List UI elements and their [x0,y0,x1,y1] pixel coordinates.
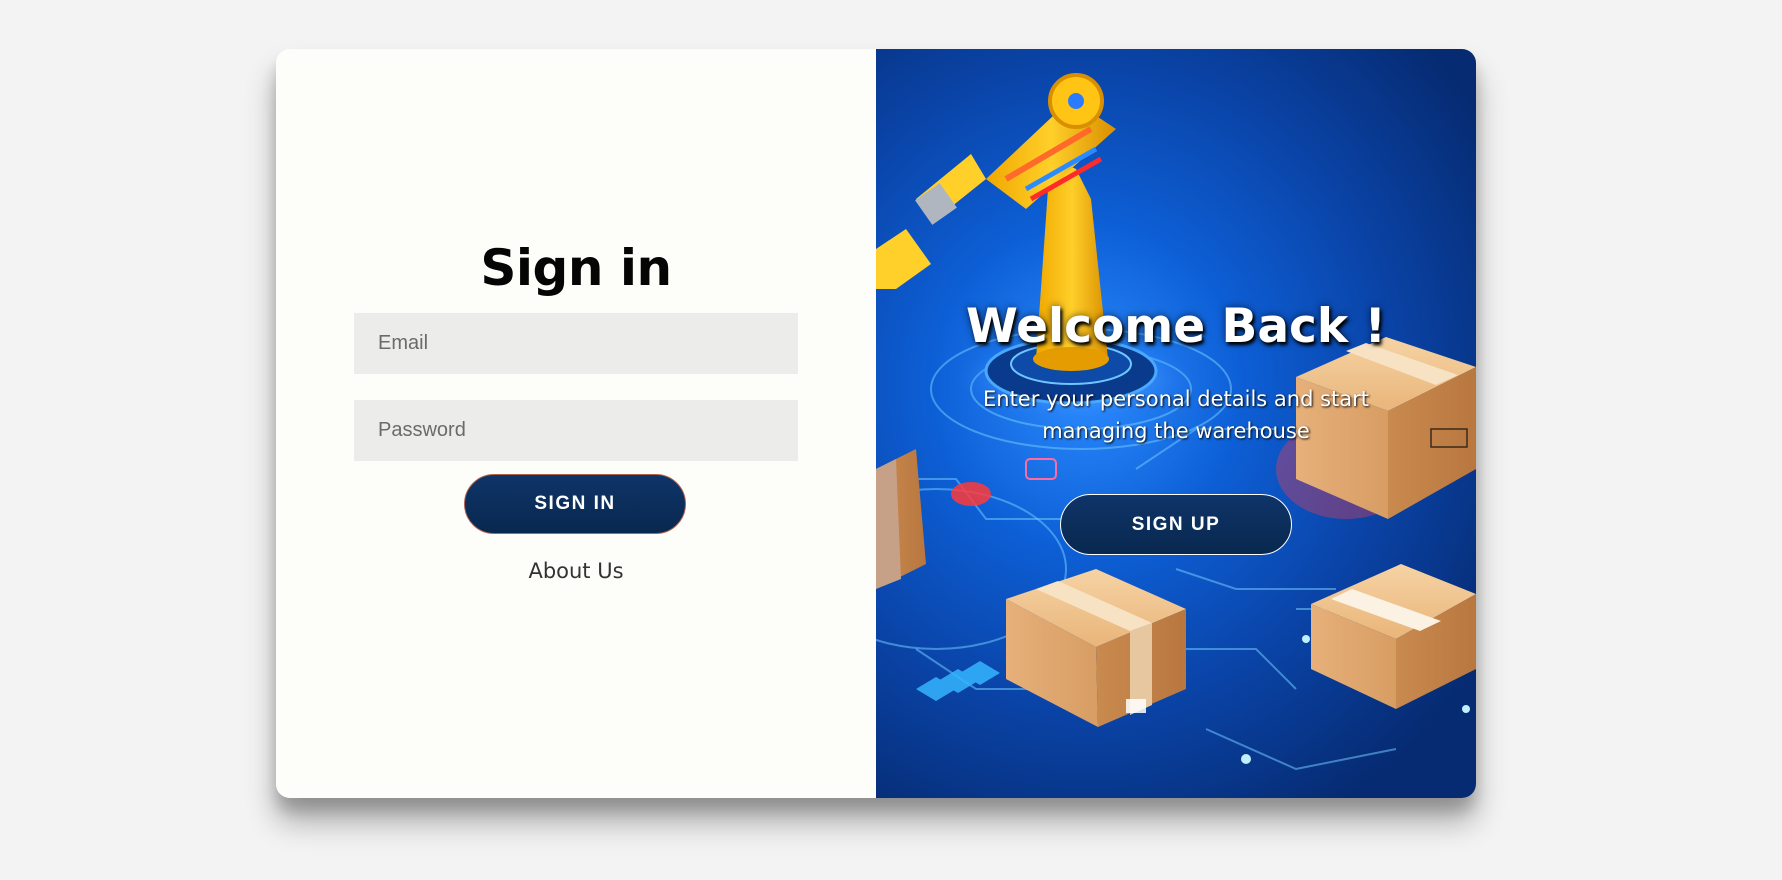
sign-up-button[interactable]: SIGN UP [1060,494,1292,555]
sign-in-title: Sign in [480,239,672,297]
welcome-subtitle: Enter your personal details and start ma… [982,387,1370,443]
cardboard-box-icon [1006,569,1186,727]
welcome-title: Welcome Back ! [966,299,1386,354]
sign-in-button[interactable]: SIGN IN [464,474,686,534]
login-card: Sign in SIGN IN About Us [276,49,1476,798]
welcome-panel: Welcome Back ! Enter your personal detai… [876,49,1476,798]
sign-in-panel: Sign in SIGN IN About Us [276,49,876,798]
cardboard-box-icon [876,449,926,589]
email-input[interactable] [354,313,798,374]
cardboard-box-icon [1311,564,1476,709]
about-us-link[interactable]: About Us [276,559,876,583]
password-input[interactable] [354,400,798,461]
